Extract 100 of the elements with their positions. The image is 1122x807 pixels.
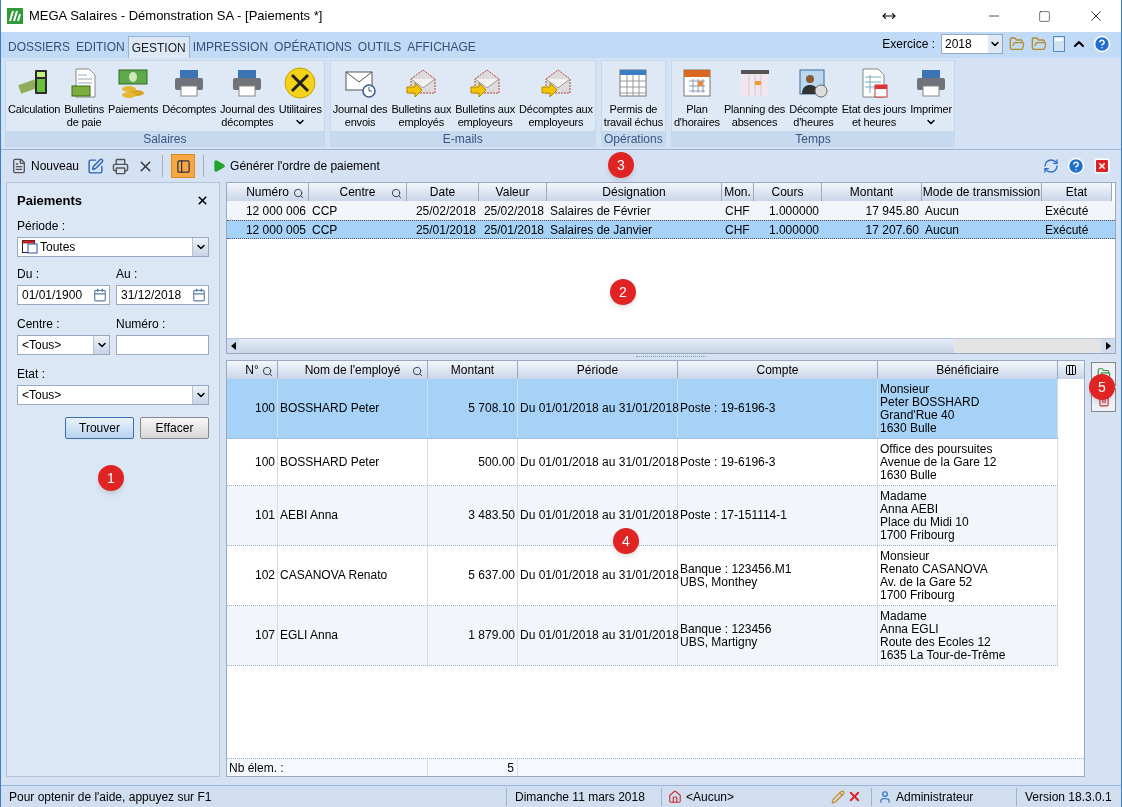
window-title: MEGA Salaires - Démonstration SA - [Paiements *] [29, 7, 323, 26]
number-field[interactable] [116, 334, 209, 355]
column-header[interactable]: Bénéficiaire [878, 361, 1058, 379]
column-header[interactable]: Centre [309, 183, 407, 201]
callout-badge: 3 [608, 152, 634, 178]
column-header[interactable]: Etat [1042, 183, 1112, 201]
column-header[interactable]: Date [407, 183, 479, 201]
table-cell: Du 01/01/2018 au 31/01/2018 [518, 606, 678, 665]
form-button[interactable]: Trouver [65, 416, 134, 439]
column-header[interactable]: Nom de l'employé [278, 361, 428, 379]
ribbon-tab[interactable]: IMPRESSION [189, 36, 272, 58]
ribbon-button[interactable]: Etat des jours et heures [839, 61, 909, 129]
ribbon-button[interactable]: Journal des décomptes [218, 61, 277, 129]
ribbon-group-title: Opérations [601, 131, 665, 146]
calculator-icon[interactable] [1053, 36, 1065, 52]
ribbon-tab[interactable]: GESTION [127, 36, 190, 58]
field-label: Centre : [17, 315, 61, 333]
maximize-button[interactable] [1038, 9, 1051, 23]
column-header[interactable]: Compte [678, 361, 878, 379]
table-cell-text: 25/02/2018 [414, 202, 477, 220]
ribbon-button[interactable]: Décompte d'heures [787, 61, 840, 129]
form-button[interactable]: Effacer [140, 416, 209, 439]
exercice-select[interactable]: 2018 [941, 34, 1003, 54]
table-cell-text: CHF [724, 221, 751, 238]
search-icon[interactable] [391, 188, 402, 199]
ribbon-button[interactable]: Décomptes aux employeurs [516, 61, 595, 129]
centre-select[interactable]: <Tous> [17, 334, 110, 355]
ribbon-tab[interactable]: AFFICHAGE [404, 36, 479, 58]
search-icon[interactable] [262, 366, 273, 377]
ribbon-group-title: E-mails [330, 131, 595, 146]
period-select[interactable]: Toutes [17, 236, 209, 257]
printer-icon [915, 67, 948, 99]
refresh-icon[interactable] [1043, 158, 1059, 174]
column-header[interactable]: Valeur [479, 183, 547, 201]
column-chooser-icon[interactable] [1065, 364, 1077, 376]
table-cell-text: 17 945.80 [864, 202, 920, 220]
status-center: <Aucun> [686, 788, 735, 806]
ribbon-tab[interactable]: OUTILS [354, 36, 405, 58]
ribbon-button[interactable]: Calculation [6, 61, 63, 116]
column-header[interactable]: Cours [754, 183, 822, 201]
help-icon[interactable] [1093, 35, 1111, 53]
column-header[interactable]: Période [518, 361, 678, 379]
scroll-left-icon[interactable] [230, 342, 236, 350]
table-cell-text: 25/01/2018 [414, 221, 477, 238]
table-cell-text: CCP [311, 221, 339, 238]
status-text: Pour optenir de l'aide, appuyez sur F1 [8, 788, 213, 806]
field-label: Etat : [17, 365, 46, 383]
ribbon-button[interactable]: Paiements [106, 61, 161, 116]
search-icon[interactable] [412, 366, 423, 377]
table-cell: Madame Anna EGLI Route des Ecoles 12 1635 La Tour-de-Trême [878, 606, 1058, 665]
column-header[interactable]: Mode de transmission [922, 183, 1042, 201]
ribbon-button[interactable]: Planning des absences [721, 61, 788, 129]
date-field[interactable]: 01/01/1900 [17, 284, 110, 305]
panel-toggle-button[interactable] [171, 154, 196, 178]
table-cell-text: Exécuté [1044, 221, 1090, 238]
table-cell-text: Salaires de Janvier [549, 221, 654, 238]
table-cell-text: Aucun [924, 221, 961, 238]
ribbon-button[interactable]: Décomptes [160, 61, 219, 116]
table-cell: Du 01/01/2018 au 31/01/2018 [518, 379, 678, 438]
table-row[interactable]: 100 BOSSHARD Peter 5 708.10 Du 01/01/2018 au 31/01/2018Poste : 19-6196-3 Monsieur Peter BOSSHARD Grand'Rue 40 1630 Bulle [227, 379, 1058, 439]
table-row[interactable]: 12 000 005 CCP 25/01/2018 25/01/2018 Salaires de Janvier CHF 1.000000 17 207.60 Aucun Exécuté [227, 220, 1115, 239]
ribbon-button[interactable]: Utilitaires [276, 61, 324, 128]
ribbon-button[interactable]: Imprimer [908, 61, 954, 128]
field-label: Numéro : [116, 315, 167, 333]
ribbon-tab[interactable]: OPÉRATIONS [271, 36, 355, 58]
scroll-right-icon[interactable] [1105, 342, 1111, 350]
ribbon-button[interactable]: Bulletins aux employeurs [453, 61, 517, 129]
table-cell: Banque : 123456 UBS, Martigny [678, 606, 878, 665]
panel-title: Paiements [17, 192, 83, 210]
planner-icon [738, 67, 771, 99]
table-cell-text: Aucun [924, 202, 961, 220]
ribbon-tab[interactable]: DOSSIERS [5, 36, 73, 58]
column-header[interactable]: Mon. [722, 183, 754, 201]
status-user: Administrateur [896, 788, 974, 806]
column-header[interactable]: Numéro [227, 183, 309, 201]
person-clock-icon [797, 67, 830, 99]
state-select[interactable]: <Tous> [17, 384, 209, 405]
horizontal-scrollbar[interactable] [227, 338, 1115, 353]
date-field[interactable]: 31/12/2018 [116, 284, 209, 305]
ribbon-button[interactable]: Journal des envois [330, 61, 390, 129]
close-icon[interactable] [196, 194, 209, 208]
help-icon[interactable] [1067, 157, 1085, 175]
table-cell: Poste : 17-151114-1 [678, 486, 878, 545]
ribbon-button[interactable]: Bulletins de paie [62, 61, 106, 129]
table-row[interactable]: 100 BOSSHARD Peter 500.00 Du 01/01/2018 au 31/01/2018Poste : 19-6196-3 Office des poursuites Avenue de la Gare 12 1630 Bulle [227, 439, 1058, 486]
ribbon-tab[interactable]: EDITION [73, 36, 128, 58]
table-cell: 1 879.00 [428, 606, 518, 665]
column-header[interactable]: Désignation [547, 183, 722, 201]
column-header[interactable]: N° [227, 361, 278, 379]
print-icon[interactable] [112, 157, 130, 175]
search-icon[interactable] [293, 188, 304, 199]
ribbon-button[interactable]: Permis de travail échus [601, 61, 665, 129]
ribbon-button[interactable]: Bulletins aux employés [389, 61, 454, 129]
table-row[interactable]: 12 000 006 CCP 25/02/2018 25/02/2018 Salaires de Février CHF 1.000000 17 945.80 Aucun Exécuté [227, 201, 1115, 220]
ribbon-button[interactable]: Plan d'horaires [671, 61, 722, 129]
column-header[interactable]: Montant [428, 361, 518, 379]
column-header[interactable]: Montant [822, 183, 922, 201]
generate-button[interactable]: Générer l'ordre de paiement [212, 157, 380, 175]
edit-icon[interactable] [87, 157, 105, 175]
new-button[interactable]: Nouveau [11, 157, 80, 175]
